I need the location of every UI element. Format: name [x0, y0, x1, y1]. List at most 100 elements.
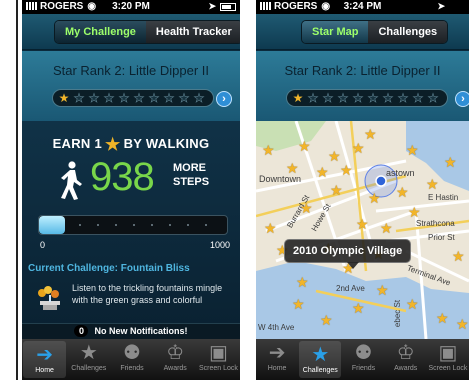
- star-map[interactable]: Downtown astown E Hastin Strathcona Prio…: [256, 121, 469, 339]
- friends-icon: ⚉: [354, 342, 373, 364]
- map-star-marker[interactable]: ★: [298, 139, 311, 153]
- steps-label-line2: STEPS: [173, 176, 210, 188]
- tab-awards[interactable]: ♔ Awards: [385, 339, 427, 380]
- tab-star-map[interactable]: Star Map: [302, 21, 369, 43]
- lock-icon: ▣: [438, 342, 458, 364]
- rank-star-icon: ★: [58, 91, 70, 105]
- rank-next-button[interactable]: ›: [216, 91, 232, 107]
- map-star-marker[interactable]: ★: [444, 155, 457, 169]
- challenge-body: EARN 1 ★ BY WALKING 938 MORE STEPS 0 1000 …: [22, 121, 240, 339]
- rank-star-track: ★ ★ ★ ★ ★ ★ ★ ★ ★ ★: [286, 89, 448, 107]
- map-star-marker[interactable]: ★: [296, 275, 309, 289]
- tab-challenges[interactable]: ★ Challenges: [299, 341, 342, 378]
- tab-friends[interactable]: ⚉ Friends: [110, 339, 153, 380]
- map-star-marker[interactable]: ★: [364, 127, 377, 141]
- steps-label: MORE STEPS: [173, 161, 209, 189]
- map-star-marker[interactable]: ★: [380, 221, 393, 235]
- rank-star-icon: ★: [427, 91, 439, 106]
- tab-challenges[interactable]: ★ Challenges: [67, 339, 110, 380]
- map-label-hastings: E Hastin: [428, 193, 459, 202]
- rank-star-icon: ★: [133, 91, 145, 106]
- battery-icon: [220, 3, 236, 11]
- rank-panel: Star Rank 2: Little Dipper II ★ ★ ★ ★ ★ ★ ★ ★ ★ ★…: [22, 51, 240, 121]
- map-label-2nd-ave: 2nd Ave: [336, 284, 365, 293]
- tab-label: Challenges: [71, 365, 107, 372]
- rank-star-icon: ★: [292, 91, 304, 105]
- tab-label: Screen Lock: [198, 365, 238, 372]
- progress-fill: [39, 216, 66, 234]
- map-star-marker[interactable]: ★: [340, 163, 353, 177]
- tab-screen-lock[interactable]: ▣ Screen Lock: [427, 339, 469, 380]
- earn-prefix: EARN 1: [52, 136, 103, 151]
- walker-icon: [61, 161, 82, 200]
- divider: [16, 0, 18, 380]
- tab-screen-lock[interactable]: ▣ Screen Lock: [197, 339, 240, 380]
- map-star-marker[interactable]: ★: [352, 301, 365, 315]
- steps-remaining: 938: [90, 155, 155, 199]
- map-star-marker[interactable]: ★: [376, 283, 389, 297]
- rank-star-icon: ★: [148, 91, 160, 106]
- map-star-marker[interactable]: ★: [356, 217, 369, 231]
- rank-star-icon: ★: [412, 91, 424, 106]
- map-star-marker[interactable]: ★: [328, 149, 341, 163]
- progress-min: 0: [40, 240, 46, 250]
- map-star-marker[interactable]: ★: [368, 191, 381, 205]
- map-star-marker[interactable]: ★: [300, 201, 313, 215]
- notification-bar[interactable]: 0 No New Notifications!: [22, 323, 240, 339]
- map-star-marker[interactable]: ★: [406, 143, 419, 157]
- tab-label: Awards: [163, 365, 187, 372]
- rank-next-button[interactable]: ›: [455, 91, 469, 107]
- tab-home[interactable]: ➔ Home: [23, 341, 67, 378]
- map-star-marker[interactable]: ★: [264, 221, 277, 235]
- map-label-gastown: astown: [386, 168, 415, 178]
- map-label-strathcona: Strathcona: [416, 219, 455, 228]
- notification-text: No New Notifications!: [94, 326, 188, 336]
- rank-star-icon: ★: [178, 91, 190, 106]
- map-star-marker[interactable]: ★: [436, 311, 449, 325]
- tab-friends[interactable]: ⚉ Friends: [342, 339, 384, 380]
- screenshot-pair: ROGERS ◉ 3:20 PM ➤ My Challenge Health Tr…: [0, 0, 469, 380]
- walker-icon: ➔: [36, 344, 53, 366]
- tab-awards[interactable]: ♔ Awards: [154, 339, 197, 380]
- tab-my-challenge[interactable]: My Challenge: [55, 21, 146, 43]
- segmented-control: My Challenge Health Tracker: [54, 20, 240, 44]
- tab-label: Friends: [120, 365, 144, 372]
- tab-bar: ➔ Home ★ Challenges ⚉ Friends ♔ Awards ▣ Screen L…: [22, 339, 240, 380]
- tab-label: Awards: [394, 365, 418, 372]
- star-icon: ★: [311, 344, 330, 366]
- rank-title: Star Rank 2: Little Dipper II: [52, 63, 210, 78]
- map-star-marker[interactable]: ★: [456, 317, 469, 331]
- tab-health-tracker[interactable]: Health Tracker: [145, 21, 240, 43]
- map-star-marker[interactable]: ★: [292, 297, 305, 311]
- trophy-icon: ♔: [396, 342, 415, 364]
- map-star-marker[interactable]: ★: [352, 141, 365, 155]
- rank-star-icon: ★: [382, 91, 394, 106]
- map-star-marker[interactable]: ★: [286, 161, 299, 175]
- location-callout[interactable]: 2010 Olympic Village: [284, 239, 412, 269]
- challenge-description: Listen to the trickling fountains mingle…: [72, 283, 223, 305]
- map-star-marker[interactable]: ★: [406, 297, 419, 311]
- map-star-marker[interactable]: ★: [408, 205, 421, 219]
- steps-progress-bar: [38, 215, 228, 235]
- tab-label: Home: [267, 365, 287, 372]
- location-arrow-icon: ➤: [208, 1, 216, 11]
- map-star-marker[interactable]: ★: [330, 183, 343, 197]
- rank-star-icon: ★: [193, 91, 205, 106]
- header: Star Map Challenges: [256, 14, 469, 50]
- map-star-marker[interactable]: ★: [426, 177, 439, 191]
- map-star-marker[interactable]: ★: [396, 185, 409, 199]
- steps-label-line1: MORE: [173, 162, 206, 174]
- rank-star-icon: ★: [73, 91, 85, 106]
- tab-challenges[interactable]: Challenges: [368, 21, 448, 43]
- map-label-4th-ave: W 4th Ave: [258, 323, 295, 332]
- map-star-marker[interactable]: ★: [262, 143, 275, 157]
- tab-home[interactable]: ➔ Home: [256, 339, 298, 380]
- tab-label: Home: [35, 367, 54, 374]
- map-star-marker[interactable]: ★: [452, 249, 465, 263]
- rank-star-icon: ★: [397, 91, 409, 106]
- rank-panel: Star Rank 2: Little Dipper II ★ ★ ★ ★ ★ ★ ★ ★ ★ ★…: [256, 51, 469, 121]
- map-star-marker[interactable]: ★: [316, 165, 329, 179]
- map-star-marker[interactable]: ★: [320, 313, 333, 327]
- current-challenge-title[interactable]: Current Challenge: Fountain Bliss: [28, 263, 190, 274]
- rank-star-icon: ★: [322, 91, 334, 106]
